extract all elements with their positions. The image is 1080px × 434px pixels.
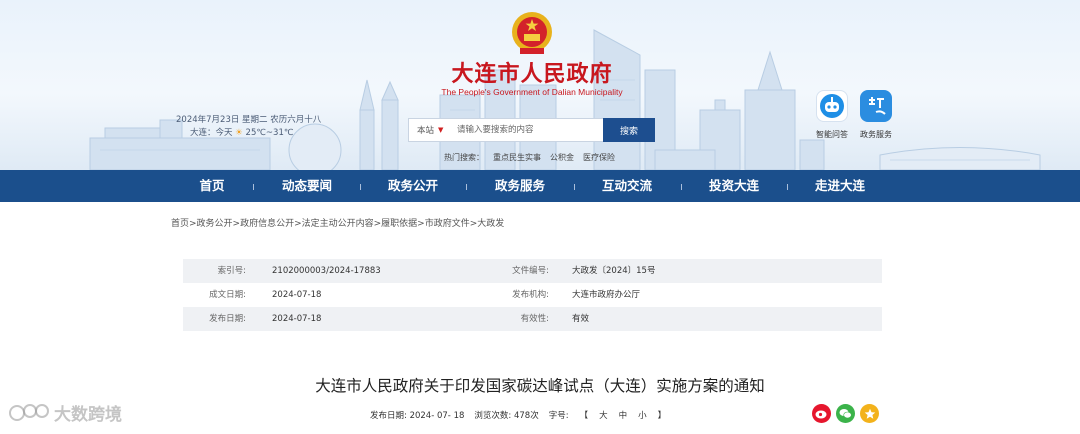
search-box: 本站 ▼: [408, 118, 604, 142]
nav-separator: [466, 184, 467, 190]
nav-item-gov-service[interactable]: 政务服务: [495, 170, 545, 202]
index-label: 索引号:: [217, 266, 246, 276]
article-meta: 发布日期: 2024- 07- 18 浏览次数: 478次 字号: 【 大 中 …: [370, 409, 666, 421]
service-icon: [860, 90, 892, 122]
views-meta: 浏览次数: 478次: [474, 409, 538, 421]
caret-down-icon: ▼: [438, 126, 444, 134]
publish-date-value: 2024- 07- 18: [409, 411, 465, 421]
validity-value: 有效: [572, 314, 590, 324]
published-date-label: 发布日期:: [209, 314, 246, 324]
search-scope-label: 本站: [417, 126, 435, 136]
watermark-text: 大数跨境: [54, 405, 122, 425]
search-input[interactable]: [457, 120, 597, 140]
search-scope-select[interactable]: 本站 ▼: [409, 124, 457, 136]
publish-date-label: 发布日期:: [370, 411, 407, 421]
font-large-button[interactable]: 大: [599, 409, 608, 421]
gov-service-label: 政务服务: [860, 130, 892, 139]
created-date-value: 2024-07-18: [272, 290, 322, 300]
info-row: 发布日期: 2024-07-18 有效性: 有效: [183, 307, 882, 331]
hot-searches: 热门搜索： 重点民生实事 公积金 医疗保险: [444, 152, 615, 163]
hot-search-link[interactable]: 公积金: [550, 152, 574, 163]
index-value: 2102000003/2024-17883: [272, 266, 381, 276]
article-title: 大连市人民政府关于印发国家碳达峰试点（大连）实施方案的通知: [315, 377, 765, 395]
hot-searches-label: 热门搜索：: [444, 153, 484, 162]
hot-search-link[interactable]: 医疗保险: [583, 152, 615, 163]
docno-label: 文件编号:: [512, 266, 549, 276]
national-emblem-icon: [512, 12, 552, 54]
issuer-value: 大连市政府办公厅: [572, 290, 641, 300]
nav-item-gov-open[interactable]: 政务公开: [388, 170, 438, 202]
smart-qa-app[interactable]: 智能问答: [812, 90, 852, 140]
main-nav: 首页 动态要闻 政务公开 政务服务 互动交流 投资大连 走进大连: [0, 170, 1080, 202]
watermark: 大数跨境: [8, 400, 122, 425]
font-size-label: 字号:: [548, 411, 569, 421]
nav-item-news[interactable]: 动态要闻: [282, 170, 332, 202]
nav-separator: [787, 184, 788, 190]
font-small-button[interactable]: 小: [638, 409, 647, 421]
info-row: 索引号: 2102000003/2024-17883 文件编号: 大政发〔202…: [183, 259, 882, 283]
info-row: 成文日期: 2024-07-18 发布机构: 大连市政府办公厅: [183, 283, 882, 307]
bracket-close: 】: [657, 411, 667, 421]
weather-display: 大连：今天 ☀ 25℃~31℃: [190, 126, 293, 138]
nav-separator: [574, 184, 575, 190]
sun-icon: ☀: [235, 128, 243, 138]
site-subtitle: The People's Government of Dalian Munici…: [441, 87, 623, 97]
nav-item-about[interactable]: 走进大连: [815, 170, 865, 202]
document-info-table: 索引号: 2102000003/2024-17883 文件编号: 大政发〔202…: [183, 259, 882, 331]
bracket-open: 【: [579, 411, 589, 421]
nav-item-home[interactable]: 首页: [199, 170, 224, 202]
font-medium-button[interactable]: 中: [619, 409, 628, 421]
gov-service-app[interactable]: 政务服务: [856, 90, 896, 140]
created-date-label: 成文日期:: [209, 290, 246, 300]
weibo-share-icon[interactable]: [812, 404, 831, 423]
weather-temp: 25℃~31℃: [245, 128, 294, 138]
wechat-share-icon[interactable]: [836, 404, 855, 423]
smart-qa-label: 智能问答: [816, 130, 848, 139]
weather-city: 大连：今天: [190, 128, 233, 138]
robot-icon: [816, 90, 848, 122]
nav-separator: [253, 184, 254, 190]
date-display: 2024年7月23日 星期二 农历六月十八: [176, 115, 322, 125]
site-title: 大连市人民政府: [451, 61, 613, 87]
nav-item-invest[interactable]: 投资大连: [709, 170, 759, 202]
search-button[interactable]: 搜索: [603, 118, 655, 142]
nav-separator: [681, 184, 682, 190]
watermark-logo-icon: [9, 403, 49, 421]
views-label: 浏览次数:: [474, 411, 512, 421]
header-banner: 大连市人民政府 The People's Government of Dalia…: [0, 0, 1080, 170]
published-date-value: 2024-07-18: [272, 314, 322, 324]
favorite-star-icon[interactable]: [860, 404, 879, 423]
nav-separator: [360, 184, 361, 190]
publish-date-meta: 发布日期: 2024- 07- 18: [370, 409, 464, 421]
nav-item-interaction[interactable]: 互动交流: [602, 170, 652, 202]
validity-label: 有效性:: [520, 314, 549, 324]
breadcrumb[interactable]: 首页>政务公开>政府信息公开>法定主动公开内容>履职依据>市政府文件>大政发: [171, 216, 504, 229]
views-value: 478次: [513, 411, 539, 421]
font-size-control: 字号: 【 大 中 小 】: [549, 409, 666, 421]
docno-value: 大政发〔2024〕15号: [572, 266, 656, 276]
issuer-label: 发布机构:: [512, 290, 549, 300]
hot-search-link[interactable]: 重点民生实事: [493, 152, 541, 163]
